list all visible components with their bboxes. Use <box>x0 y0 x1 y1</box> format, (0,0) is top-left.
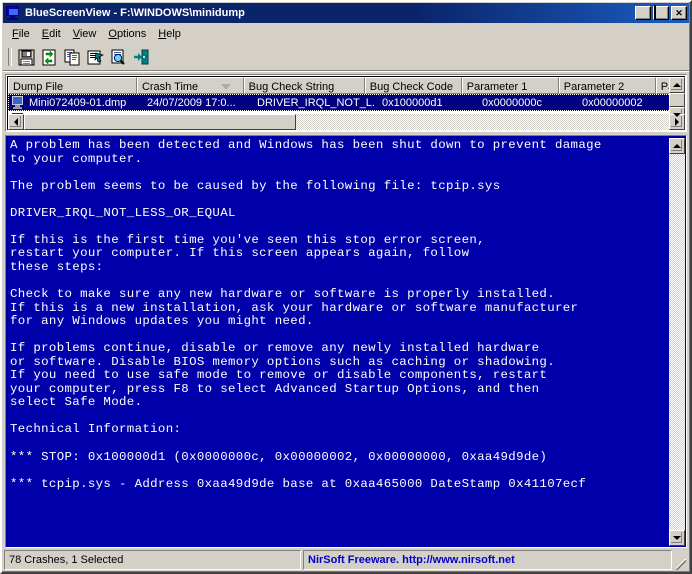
scroll-left-button[interactable] <box>8 114 24 130</box>
menu-edit-rest: dit <box>49 27 61 40</box>
cell-parameter-1: 0x0000000c <box>482 96 542 109</box>
scroll-thumb-vertical[interactable] <box>669 93 685 107</box>
save-button[interactable] <box>15 46 38 68</box>
minimize-button[interactable] <box>635 6 651 20</box>
cell-bug-check-string: DRIVER_IRQL_NOT_L... <box>257 96 376 109</box>
toolbar-separator <box>8 48 12 66</box>
properties-button[interactable] <box>84 46 107 68</box>
menu-edit-accel: E <box>41 27 50 40</box>
monitor-icon <box>5 5 21 21</box>
list-horizontal-scrollbar[interactable] <box>8 114 685 130</box>
bluescreenview-window: BlueScreenView - F:\WINDOWS\minidump ✕ F… <box>0 0 692 574</box>
find-button[interactable] <box>107 46 130 68</box>
nirsoft-link[interactable]: NirSoft Freeware. http://www.nirsoft.net <box>308 554 515 566</box>
resize-grip[interactable] <box>674 550 688 570</box>
column-header-parameter-1[interactable]: Parameter 1 <box>461 77 559 94</box>
bluescreen-preview-panel: A problem has been detected and Windows … <box>5 135 687 548</box>
arrow-up-icon <box>673 83 681 87</box>
column-header-crash-time[interactable]: Crash Time <box>136 77 244 94</box>
bluescreen-scroll-track[interactable] <box>669 154 685 530</box>
crash-list[interactable]: Dump File Crash Time Bug Check String Bu… <box>5 74 687 132</box>
menu-help[interactable]: Help <box>152 26 187 43</box>
menu-options-rest: ptions <box>116 27 147 40</box>
bluescreen-preview-inner: A problem has been detected and Windows … <box>7 137 685 546</box>
column-header-dump-file[interactable]: Dump File <box>8 77 137 94</box>
crash-list-inner: Dump File Crash Time Bug Check String Bu… <box>7 76 685 130</box>
toolbar <box>3 44 689 71</box>
find-icon <box>111 49 125 65</box>
bluescreen-text: A problem has been detected and Windows … <box>10 138 602 491</box>
menu-help-rest: elp <box>166 27 181 40</box>
cell-crash-time: 24/07/2009 17:0... <box>147 96 236 109</box>
scroll-track-vertical[interactable] <box>669 93 685 107</box>
cell-parameter-2: 0x00000002 <box>582 96 643 109</box>
column-header-bug-check-string[interactable]: Bug Check String <box>243 77 365 94</box>
column-label-parameter-2: Parameter 2 <box>563 80 625 93</box>
column-header-bug-check-code[interactable]: Bug Check Code <box>364 77 462 94</box>
crash-list-header: Dump File Crash Time Bug Check String Bu… <box>8 77 685 94</box>
column-label-bug-check-code: Bug Check Code <box>369 80 453 93</box>
scroll-thumb-horizontal[interactable] <box>24 114 296 130</box>
cell-bug-check-code: 0x100000d1 <box>382 96 443 109</box>
column-header-parameter-2[interactable]: Parameter 2 <box>558 77 656 94</box>
arrow-up-icon <box>673 144 681 148</box>
arrow-right-icon <box>675 118 679 126</box>
dump-monitor-icon <box>11 96 25 109</box>
column-label-dump-file: Dump File <box>13 80 64 93</box>
table-row[interactable]: Mini072409-01.dmp 24/07/2009 17:0... DRI… <box>8 94 685 111</box>
bluescreen-scroll-up-button[interactable] <box>669 138 685 154</box>
properties-icon <box>87 50 104 64</box>
scroll-up-button[interactable] <box>669 77 685 93</box>
menu-bar: File Edit View Options Help <box>3 24 689 44</box>
sort-descending-icon <box>220 83 231 90</box>
maximize-button[interactable] <box>653 5 669 20</box>
menu-options-accel: O <box>108 27 117 40</box>
exit-button[interactable] <box>130 46 153 68</box>
window-controls: ✕ <box>635 5 688 20</box>
copy-icon <box>64 49 80 65</box>
menu-file-accel: F <box>12 27 19 40</box>
menu-view-rest: iew <box>79 27 97 40</box>
bluescreen-vertical-scrollbar[interactable] <box>669 138 685 546</box>
column-label-parameter-1: Parameter 1 <box>466 80 528 93</box>
menu-options[interactable]: Options <box>102 26 152 43</box>
save-icon <box>18 49 35 65</box>
status-bar: 78 Crashes, 1 Selected NirSoft Freeware.… <box>4 550 688 570</box>
window-title: BlueScreenView - F:\WINDOWS\minidump <box>25 7 245 19</box>
menu-file-rest: ile <box>18 27 30 40</box>
status-nirsoft-panel[interactable]: NirSoft Freeware. http://www.nirsoft.net <box>303 550 672 570</box>
status-crash-count: 78 Crashes, 1 Selected <box>4 550 301 570</box>
close-button[interactable]: ✕ <box>671 6 687 20</box>
close-icon: ✕ <box>675 7 683 18</box>
list-vertical-scrollbar[interactable] <box>669 77 685 123</box>
column-label-crash-time: Crash Time <box>141 80 199 93</box>
copy-button[interactable] <box>61 46 84 68</box>
title-bar[interactable]: BlueScreenView - F:\WINDOWS\minidump ✕ <box>3 3 689 23</box>
menu-file[interactable]: File <box>6 26 36 43</box>
cell-text-dump-file: Mini072409-01.dmp <box>29 96 127 109</box>
scroll-track-horizontal[interactable] <box>24 114 669 130</box>
exit-icon <box>134 49 149 64</box>
refresh-button[interactable] <box>38 46 61 68</box>
menu-edit[interactable]: Edit <box>36 26 67 43</box>
menu-view-accel: V <box>72 27 80 40</box>
arrow-down-icon <box>673 113 681 117</box>
arrow-left-icon <box>14 118 18 126</box>
refresh-icon <box>42 49 56 65</box>
cell-dump-file: Mini072409-01.dmp <box>8 96 141 109</box>
arrow-down-icon <box>673 536 681 540</box>
menu-view[interactable]: View <box>67 26 103 43</box>
bluescreen-scroll-down-button[interactable] <box>669 530 685 546</box>
column-label-bug-check-string: Bug Check String <box>248 80 335 93</box>
